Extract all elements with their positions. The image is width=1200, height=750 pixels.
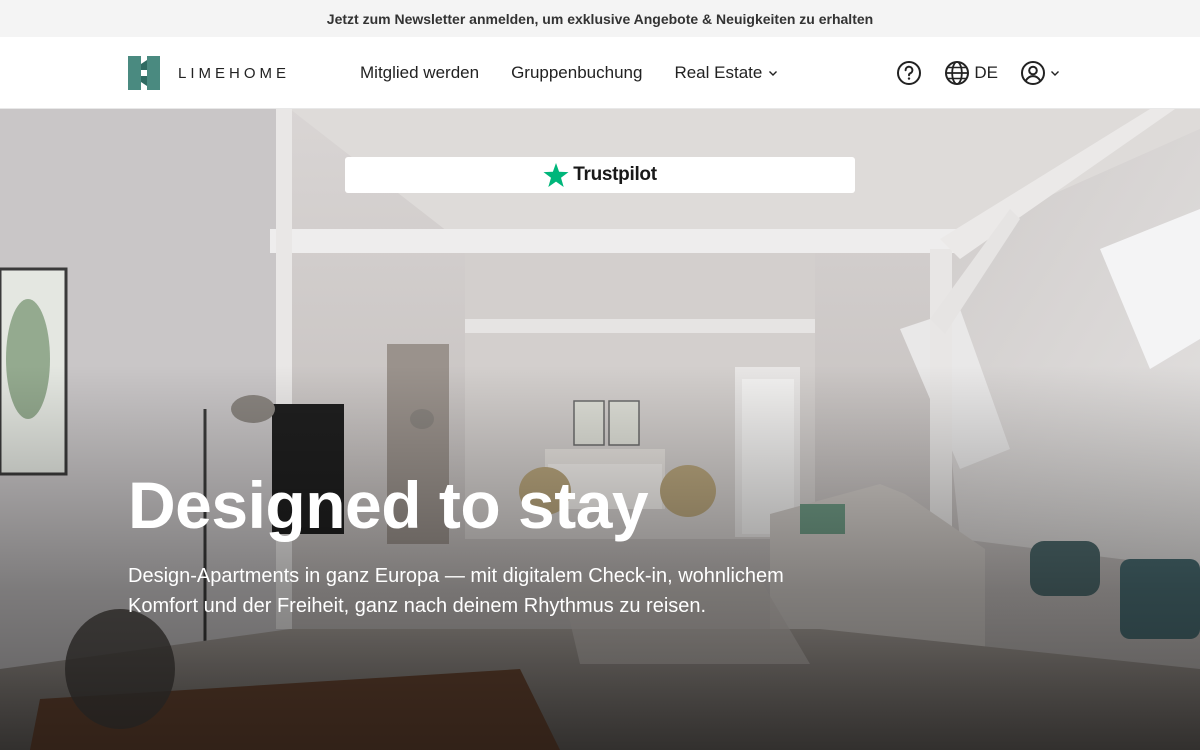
limehome-logo-icon — [128, 56, 160, 90]
user-circle-icon — [1021, 61, 1045, 85]
header-actions: DE — [896, 37, 1060, 109]
newsletter-banner-text: Jetzt zum Newsletter anmelden, um exklus… — [326, 10, 874, 27]
hero-overlay — [0, 109, 1200, 750]
language-code: DE — [974, 63, 998, 82]
trustpilot-label: Trustpilot — [573, 164, 657, 185]
chevron-down-icon — [1051, 71, 1059, 76]
trustpilot-widget[interactable]: Trustpilot — [345, 157, 855, 193]
site-header: LIMEHOME Mitglied werden Gruppenbuchung … — [0, 37, 1200, 109]
trustpilot-star-icon — [543, 162, 569, 187]
globe-icon — [945, 61, 970, 85]
main-nav: Mitglied werden Gruppenbuchung Real Esta… — [360, 37, 778, 109]
account-menu[interactable] — [1020, 60, 1060, 86]
nav-item-group-booking[interactable]: Gruppenbuchung — [511, 63, 642, 83]
nav-item-label: Mitglied werden — [360, 63, 480, 82]
nav-item-real-estate[interactable]: Real Estate — [674, 63, 778, 83]
logo-text: LIMEHOME — [178, 64, 291, 82]
nav-item-membership[interactable]: Mitglied werden — [360, 63, 479, 83]
nav-item-label: Real Estate — [674, 63, 763, 82]
newsletter-banner[interactable]: Jetzt zum Newsletter anmelden, um exklus… — [0, 0, 1200, 37]
language-selector[interactable]: DE — [944, 60, 998, 86]
hero-title: Designed to stay — [128, 468, 649, 542]
chevron-down-icon — [769, 71, 778, 76]
logo-link[interactable]: LIMEHOME — [128, 56, 290, 90]
nav-item-label: Gruppenbuchung — [511, 63, 643, 82]
help-circle-icon — [897, 61, 922, 85]
help-button[interactable] — [896, 60, 922, 86]
hero-section: Trustpilot Designed to stay Design-Apart… — [0, 109, 1200, 750]
hero-subtitle: Design-Apartments in ganz Europa — mit d… — [128, 565, 784, 617]
